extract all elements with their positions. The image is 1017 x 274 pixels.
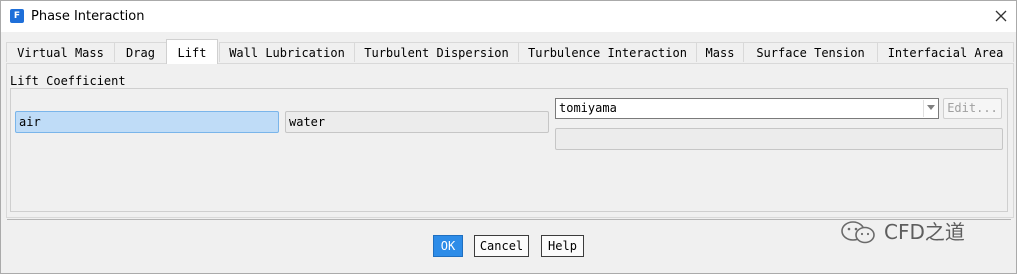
help-button[interactable]: Help <box>541 235 584 257</box>
phase-interaction-dialog: F Phase Interaction Virtual Mass Drag Li… <box>0 0 1017 274</box>
close-icon <box>995 10 1007 22</box>
tab-virtual-mass[interactable]: Virtual Mass <box>6 42 115 62</box>
lift-coefficient-label: Lift Coefficient <box>10 74 126 88</box>
ok-button[interactable]: OK <box>433 235 463 257</box>
edit-button[interactable]: Edit... <box>943 98 1002 119</box>
tab-turbulence-interaction[interactable]: Turbulence Interaction <box>518 42 697 62</box>
lift-parameter-field[interactable] <box>555 128 1003 150</box>
tab-drag[interactable]: Drag <box>114 42 167 62</box>
tab-bar: Virtual Mass Drag Lift Wall Lubrication … <box>6 39 1014 64</box>
cancel-button[interactable]: Cancel <box>474 235 529 257</box>
lift-model-value: tomiyama <box>559 101 617 115</box>
lift-model-dropdown[interactable]: tomiyama <box>555 98 939 119</box>
phase-pair-water[interactable]: water <box>285 111 549 133</box>
phase-pair-air[interactable]: air <box>15 111 279 133</box>
watermark-text: CFD之道 <box>884 220 965 244</box>
tab-turbulent-dispersion[interactable]: Turbulent Dispersion <box>354 42 519 62</box>
app-logo-icon: F <box>10 9 24 23</box>
close-button[interactable] <box>989 5 1013 27</box>
title-bar: F Phase Interaction <box>1 1 1016 32</box>
wechat-icon <box>841 221 875 244</box>
tab-mass[interactable]: Mass <box>696 42 744 62</box>
dropdown-separator <box>923 100 924 117</box>
chevron-down-icon[interactable] <box>927 105 935 110</box>
tab-interfacial-area[interactable]: Interfacial Area <box>877 42 1014 62</box>
window-title: Phase Interaction <box>31 9 145 24</box>
tab-wall-lubrication[interactable]: Wall Lubrication <box>219 42 355 62</box>
tab-surface-tension[interactable]: Surface Tension <box>743 42 878 62</box>
tab-lift[interactable]: Lift <box>166 39 218 64</box>
